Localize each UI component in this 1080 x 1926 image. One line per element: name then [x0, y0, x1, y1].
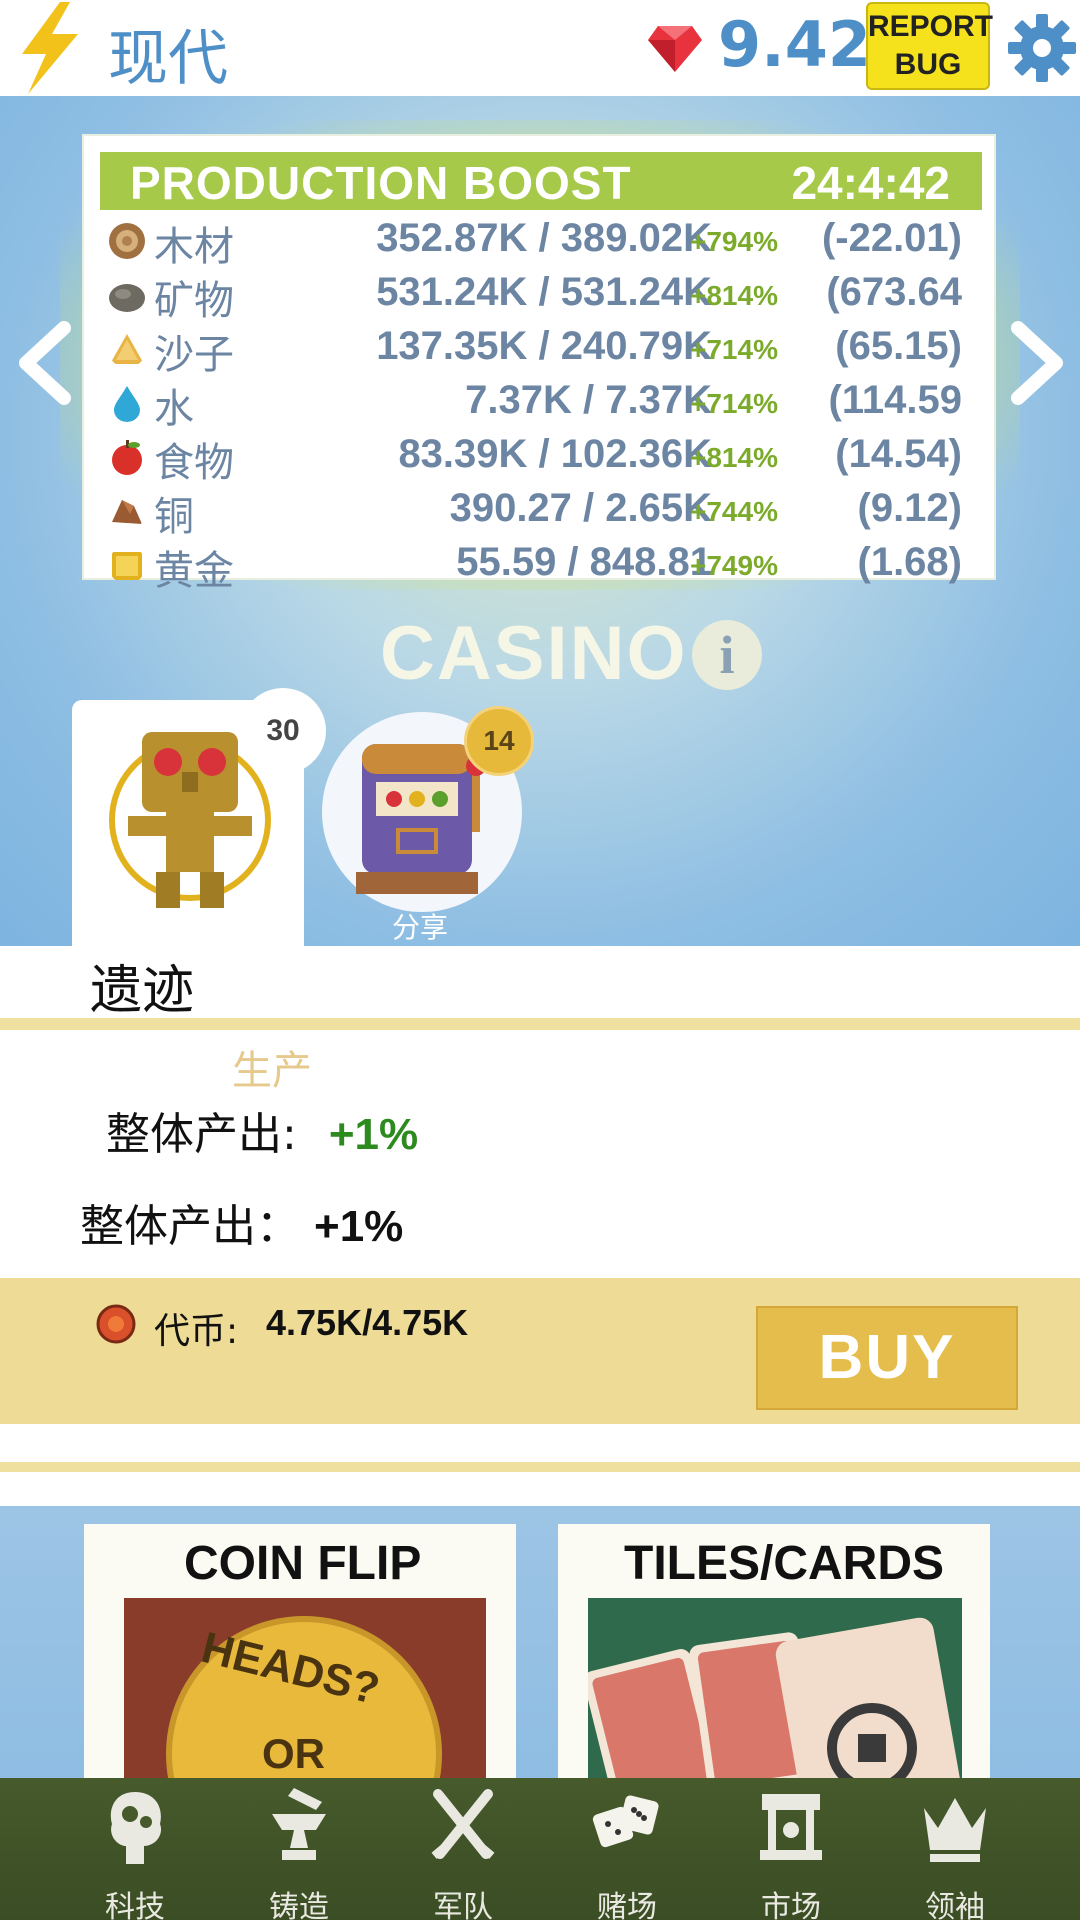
boost-timer: 24:4:42 [791, 157, 950, 209]
bonus-label: 整体产出： [80, 1201, 300, 1252]
market-icon [760, 1794, 822, 1860]
resource-amount: 83.39K / 102.36K [398, 432, 712, 476]
gem-icon [648, 26, 702, 72]
resource-amount: 7.37K / 7.37K [465, 378, 712, 422]
resource-rate: (1.68) [857, 540, 963, 584]
idol-count-badge: 30 [240, 688, 326, 774]
nav-label: 科技 [105, 1890, 165, 1925]
resource-rate: (673.64 [826, 270, 962, 314]
share-label[interactable]: 分享 [392, 906, 448, 946]
buy-button[interactable]: BUY [756, 1306, 1018, 1410]
casino-title: CASINO [380, 611, 688, 696]
resource-row-sand: 沙子 137.35K / 240.79K +714% (65.15) [84, 320, 998, 377]
nav-item-tech[interactable]: 科技 [70, 1778, 200, 1925]
resource-rate: (114.59 [828, 378, 962, 422]
resource-amount: 55.59 / 848.81 [456, 540, 712, 584]
resource-name: 铜 [154, 495, 194, 539]
crown-icon [924, 1798, 986, 1862]
bonus-line-2: 整体产出： +1% [80, 1190, 403, 1254]
resource-rate: (-22.01) [821, 216, 962, 260]
resource-row-gold: 黄金 55.59 / 848.81 +749% (1.68) [84, 536, 998, 593]
gem-count: 9.42 [718, 8, 871, 81]
token-label: 代币: [154, 1311, 239, 1352]
resource-boost-percent: +714% [690, 334, 778, 365]
resource-boost-percent: +749% [690, 550, 778, 581]
resource-boost-percent: +814% [690, 280, 778, 311]
bonus-value: +1% [314, 1202, 404, 1251]
report-bug-line2: BUG [894, 48, 962, 81]
divider [0, 1018, 1080, 1030]
stone-icon [109, 284, 145, 312]
resource-rate: (9.12) [857, 486, 963, 530]
dice-icon [592, 1795, 659, 1848]
food-icon [112, 440, 142, 475]
resource-amount: 390.27 / 2.65K [449, 486, 712, 530]
report-bug-line1: REPORT [868, 10, 994, 43]
playing-cards-icon [588, 1617, 961, 1778]
resource-boost-percent: +794% [690, 226, 778, 257]
swords-icon [431, 1789, 495, 1859]
resource-rate: (65.15) [835, 324, 962, 368]
next-arrow-icon[interactable] [1008, 318, 1068, 408]
resource-boost-percent: +814% [690, 442, 778, 473]
water-icon [114, 386, 140, 422]
gear-icon[interactable] [1008, 14, 1076, 82]
resource-name: 木材 [154, 225, 234, 269]
production-panel: PRODUCTION BOOST 24:4:42 木材 352.87K / 38… [82, 134, 998, 593]
coin-flip-title: COIN FLIP [184, 1537, 422, 1590]
production-boost-header: PRODUCTION BOOST 24:4:42 [100, 152, 982, 210]
resource-rate: (14.54) [835, 432, 962, 476]
lightning-icon [22, 2, 78, 94]
resource-amount: 352.87K / 389.02K [376, 216, 712, 260]
resource-row-water: 水 7.37K / 7.37K +714% (114.59 [84, 374, 998, 431]
bonus-label: 整体产出: [106, 1109, 297, 1160]
nav-label: 领袖 [925, 1890, 985, 1925]
resource-name: 黄金 [154, 549, 234, 593]
nav-item-forge[interactable]: 铸造 [234, 1778, 364, 1925]
nav-item-casino[interactable]: 赌场 [562, 1778, 692, 1925]
resource-boost-percent: +744% [690, 496, 778, 527]
resource-name: 沙子 [154, 333, 234, 377]
resource-row-stone: 矿物 531.24K / 531.24K +814% (673.64 [84, 266, 998, 323]
gold-icon [112, 552, 142, 580]
resource-amount: 137.35K / 240.79K [376, 324, 712, 368]
resource-row-copper: 铜 390.27 / 2.65K +744% (9.12) [84, 482, 998, 539]
relic-title: 遗迹 [90, 961, 195, 1021]
brain-icon [110, 1792, 162, 1864]
resource-amount: 531.24K / 531.24K [376, 270, 712, 314]
resource-name: 矿物 [154, 279, 234, 323]
resource-name: 水 [154, 387, 194, 431]
bonus-line-1: 整体产出: +1% [106, 1098, 418, 1162]
copper-icon [112, 500, 142, 524]
production-subtitle: 生产 [232, 1048, 312, 1094]
anvil-icon [272, 1788, 326, 1860]
previous-arrow-icon[interactable] [14, 318, 74, 408]
resource-row-food: 食物 83.39K / 102.36K +814% (14.54) [84, 428, 998, 485]
nav-item-army[interactable]: 军队 [398, 1778, 528, 1925]
nav-label: 铸造 [269, 1890, 329, 1925]
divider [0, 1462, 1080, 1472]
wood-icon [109, 223, 145, 259]
report-bug-button[interactable]: REPORT BUG [866, 2, 994, 90]
info-icon[interactable]: i [692, 620, 762, 690]
resource-boost-percent: +714% [690, 388, 778, 419]
nav-label: 市场 [761, 1890, 821, 1925]
nav-label: 赌场 [597, 1890, 657, 1925]
slot-count-badge: 14 [464, 706, 534, 776]
top-bar: 现代 9.42 REPORT BUG [0, 0, 1080, 96]
token-value: 4.75K/4.75K [266, 1302, 469, 1343]
nav-item-leader[interactable]: 领袖 [890, 1778, 1020, 1925]
production-boost-title: PRODUCTION BOOST [130, 157, 632, 209]
nav-item-market[interactable]: 市场 [726, 1778, 856, 1925]
era-label[interactable]: 现代 [108, 10, 228, 97]
resource-row-wood: 木材 352.87K / 389.02K +794% (-22.01) [84, 212, 998, 269]
nav-label: 军队 [433, 1890, 493, 1925]
tiles-cards-title: TILES/CARDS [624, 1537, 945, 1590]
token-icon [96, 1304, 136, 1344]
coin-or-text: OR [262, 1730, 325, 1777]
sand-icon [110, 334, 144, 364]
bonus-value: +1% [328, 1110, 419, 1159]
resource-name: 食物 [154, 441, 234, 485]
